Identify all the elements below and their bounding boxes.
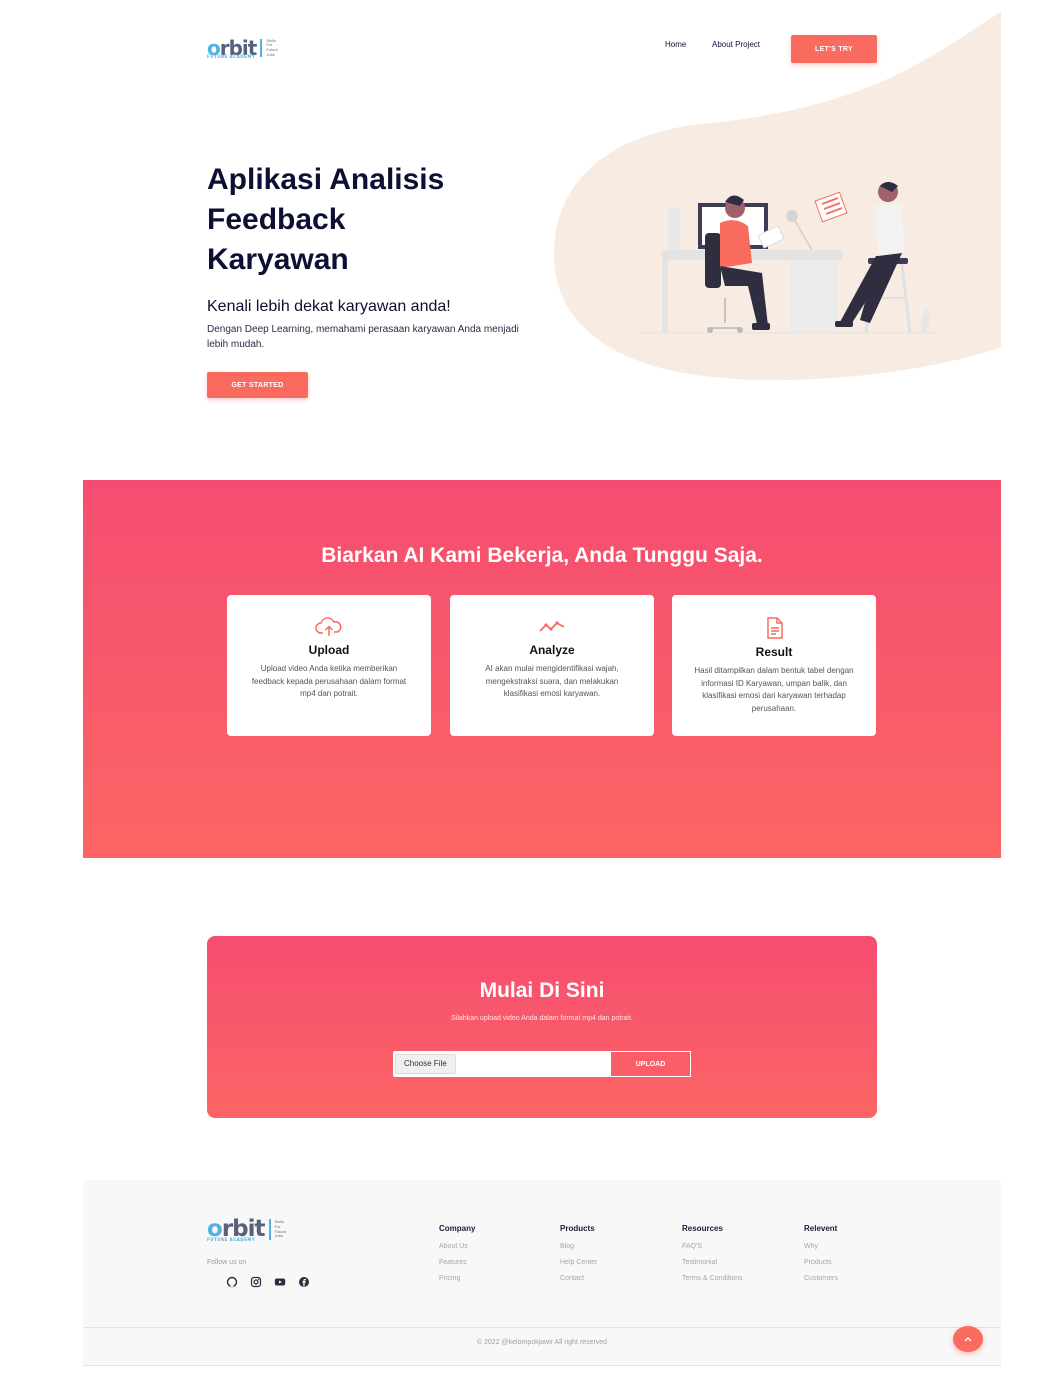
feature-card-title: Analyze — [529, 643, 575, 657]
lets-try-button[interactable]: LET'S TRY — [791, 35, 877, 63]
footer-column-title: Resources — [682, 1224, 723, 1233]
upload-description: Silahkan upload video Anda dalam format … — [451, 1015, 633, 1022]
footer-link[interactable]: Pricing — [439, 1271, 475, 1287]
nav-about-link[interactable]: About Project — [712, 40, 760, 49]
footer: orbit FUTURE ACADEMY Skills For Future Jobs … — [83, 1180, 1001, 1366]
footer-link[interactable]: Help Center — [560, 1255, 597, 1271]
logo-subtitle: FUTURE ACADEMY — [207, 1237, 256, 1242]
get-started-button[interactable]: GET STARTED — [207, 372, 308, 398]
office-workers-illustration — [640, 182, 940, 334]
chevron-up-icon — [964, 1337, 972, 1342]
footer-link[interactable]: Features — [439, 1255, 475, 1271]
features-title: Biarkan AI Kami Bekerja, Anda Tunggu Saj… — [321, 544, 763, 567]
footer-column-resources: Resources FAQ'S Testimonial Terms & Cond… — [682, 1224, 743, 1287]
logo-subtitle: FUTURE ACADEMY — [207, 54, 256, 59]
footer-link[interactable]: Contact — [560, 1271, 597, 1287]
facebook-icon[interactable] — [298, 1276, 310, 1288]
footer-link[interactable]: FAQ'S — [682, 1239, 743, 1255]
footer-column-title: Company — [439, 1224, 476, 1233]
feature-card-description: AI akan mulai mengidentifikasi wajah, me… — [485, 664, 619, 698]
choose-file-button[interactable]: Choose File — [395, 1054, 456, 1074]
feature-card-title: Upload — [308, 643, 350, 657]
github-icon[interactable] — [226, 1276, 238, 1288]
logo-wordmark: orbit FUTURE ACADEMY — [207, 1216, 265, 1242]
footer-column-relevent: Relevent Why Products Customers — [804, 1224, 838, 1287]
footer-link[interactable]: Why — [804, 1239, 838, 1255]
cloud-upload-icon — [315, 617, 342, 636]
footer-link[interactable]: About Us — [439, 1239, 475, 1255]
hero-description: Dengan Deep Learning, memahami perasaan … — [207, 324, 519, 350]
footer-link[interactable]: Testimonial — [682, 1255, 743, 1271]
follow-us-label: Follow us on — [207, 1259, 247, 1266]
feature-card-title: Result — [755, 645, 793, 659]
feature-card-upload: Upload Upload video Anda ketika memberik… — [227, 595, 431, 736]
footer-link[interactable]: Terms & Conditions — [682, 1271, 743, 1287]
feature-card-description: Hasil ditampilkan dalam bentuk tabel den… — [694, 666, 854, 713]
upload-section: Mulai Di Sini Silahkan upload video Anda… — [207, 936, 877, 1118]
footer-column-products: Products Blog Help Center Contact — [560, 1224, 597, 1287]
trend-line-icon — [539, 621, 565, 632]
logo-divider — [260, 39, 263, 57]
footer-column-company: Company About Us Features Pricing — [439, 1224, 475, 1287]
upload-title: Mulai Di Sini — [479, 979, 605, 1002]
footer-divider — [83, 1327, 1001, 1328]
hero-subtitle: Kenali lebih dekat karyawan anda! — [207, 298, 451, 315]
footer-bottom-divider — [83, 1365, 1001, 1366]
footer-column-title: Relevent — [804, 1224, 838, 1233]
footer-column-title: Products — [560, 1224, 595, 1233]
feature-card-description: Upload video Anda ketika memberikan feed… — [251, 664, 407, 698]
document-icon — [767, 617, 783, 639]
footer-link[interactable]: Blog — [560, 1239, 597, 1255]
feature-card-result: Result Hasil ditampilkan dalam bentuk ta… — [672, 595, 876, 736]
logo-tagline: Skills For Future Jobs — [266, 37, 278, 57]
features-section: Biarkan AI Kami Bekerja, Anda Tunggu Saj… — [83, 480, 1001, 858]
file-input[interactable]: Choose File — [393, 1051, 610, 1077]
footer-link[interactable]: Products — [804, 1255, 838, 1271]
copyright-text: © 2022 @kelompokjawir All right reserved — [476, 1339, 608, 1346]
nav-home-link[interactable]: Home — [665, 40, 686, 49]
feature-card-analyze: Analyze AI akan mulai mengidentifikasi w… — [450, 595, 654, 736]
instagram-icon[interactable] — [250, 1276, 262, 1288]
footer-link[interactable]: Customers — [804, 1271, 838, 1287]
hero-title: Aplikasi Analisis Feedback Karyawan — [207, 163, 445, 276]
logo-divider — [268, 1219, 271, 1240]
logo-wordmark: orbit FUTURE ACADEMY — [207, 36, 257, 60]
footer-brand-logo[interactable]: orbit FUTURE ACADEMY Skills For Future Jobs — [207, 1216, 287, 1242]
logo-tagline: Skills For Future Jobs — [274, 1219, 287, 1239]
youtube-icon[interactable] — [274, 1276, 286, 1288]
brand-logo[interactable]: orbit FUTURE ACADEMY Skills For Future Jobs — [207, 36, 278, 60]
upload-button[interactable]: UPLOAD — [610, 1051, 691, 1077]
scroll-to-top-button[interactable] — [953, 1326, 983, 1352]
